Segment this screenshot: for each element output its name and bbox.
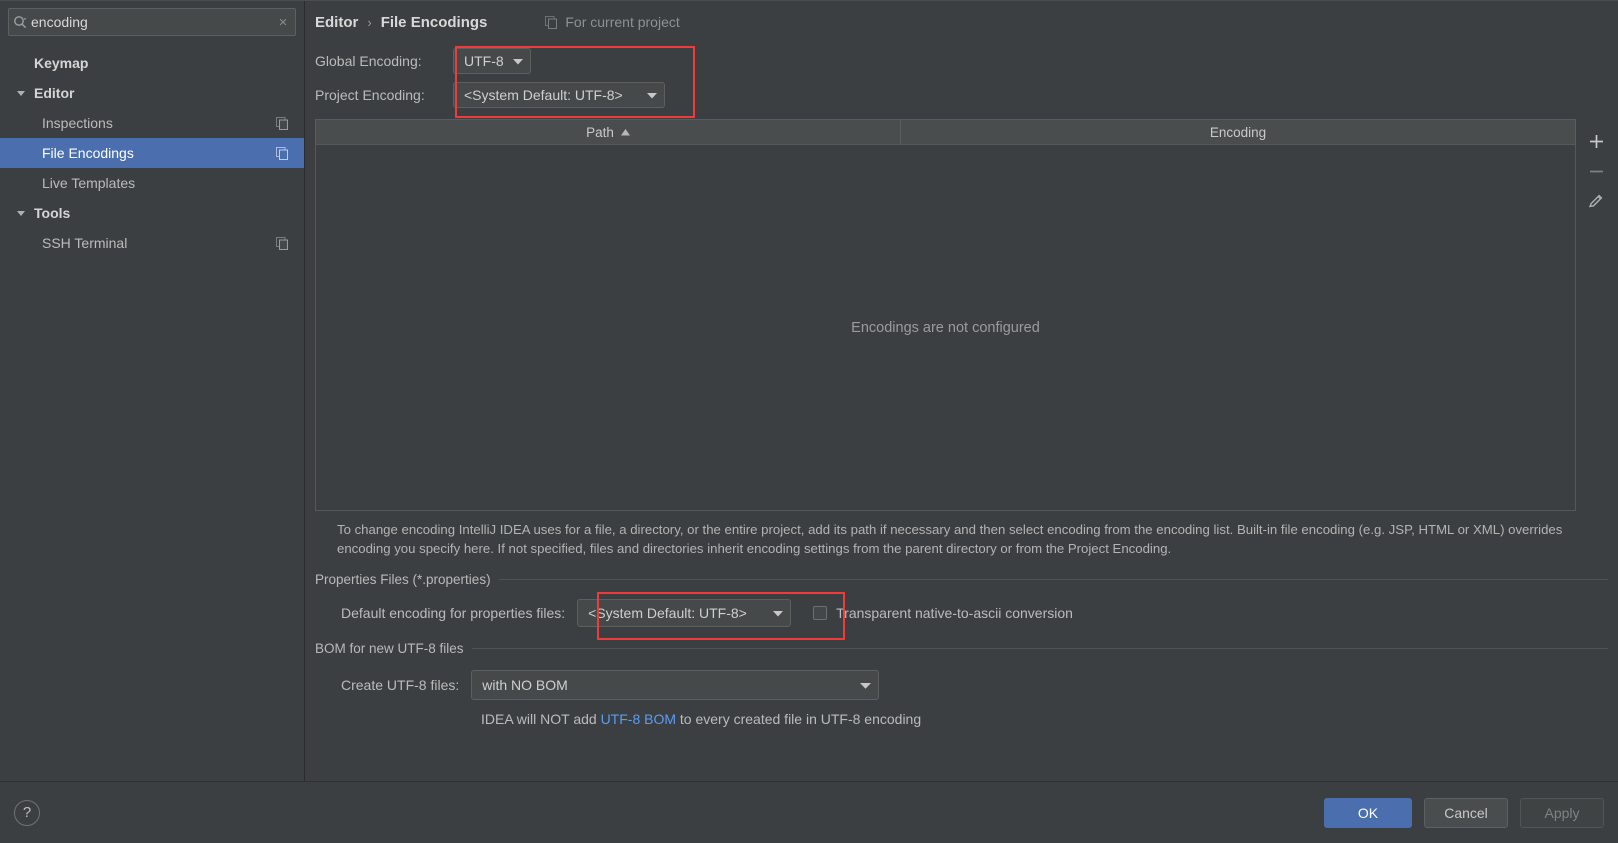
section-divider: [498, 579, 1608, 581]
chevron-down-icon: [860, 682, 872, 689]
chevron-down-icon[interactable]: [8, 88, 34, 98]
checkbox-box-icon: [813, 606, 828, 621]
search-icon: [9, 15, 31, 29]
add-icon[interactable]: [1583, 126, 1609, 156]
bom-section: BOM for new UTF-8 files Create UTF-8 fil…: [315, 641, 1608, 727]
project-scope-icon: [274, 116, 290, 130]
project-scope-icon: [274, 146, 290, 160]
sidebar-item-label: Inspections: [42, 115, 113, 131]
default-properties-encoding-label: Default encoding for properties files:: [341, 605, 566, 622]
column-header-encoding-label: Encoding: [1209, 124, 1267, 140]
dialog-body: encoding × Keymap Editor Inspections Fil…: [0, 0, 1618, 781]
chevron-down-icon: [773, 610, 784, 617]
sidebar-item-label: Live Templates: [42, 175, 136, 191]
sidebar-item-label: Editor: [34, 85, 75, 101]
bom-note-before: IDEA will NOT add: [481, 711, 601, 728]
edit-icon[interactable]: [1583, 186, 1609, 216]
table-body[interactable]: Encodings are not configured: [315, 145, 1576, 511]
create-utf8-files-row: Create UTF-8 files: with NO BOM: [315, 670, 1608, 701]
breadcrumb-separator-icon: ›: [367, 14, 372, 30]
project-scope-icon: [274, 236, 290, 250]
encodings-table: Path Encoding Encodings are not configur…: [315, 119, 1576, 511]
bom-section-title: BOM for new UTF-8 files: [315, 641, 464, 657]
help-button[interactable]: ?: [14, 799, 40, 826]
properties-files-section: Properties Files (*.properties) Default …: [315, 572, 1608, 628]
chevron-down-icon: [512, 58, 523, 65]
properties-section-title: Properties Files (*.properties): [315, 572, 491, 588]
apply-button[interactable]: Apply: [1520, 797, 1604, 828]
project-scope-icon: [543, 15, 559, 29]
dialog-footer: ? OK Cancel Apply: [0, 0, 1618, 843]
sidebar-item-label: Tools: [34, 205, 71, 221]
table-toolbar: [1582, 126, 1610, 216]
default-properties-encoding-dropdown[interactable]: <System Default: UTF-8>: [577, 599, 792, 628]
properties-section-header: Properties Files (*.properties): [315, 572, 1608, 587]
global-encoding-dropdown[interactable]: UTF-8: [453, 48, 531, 74]
project-encoding-row: Project Encoding: <System Default: UTF-8…: [305, 78, 1618, 112]
sidebar-item-editor[interactable]: Editor: [0, 78, 304, 108]
footer-divider: [0, 0, 1618, 1]
utf8-bom-link[interactable]: UTF-8 BOM: [601, 711, 676, 727]
project-encoding-dropdown[interactable]: <System Default: UTF-8>: [453, 82, 665, 108]
sidebar-item-label: SSH Terminal: [42, 235, 128, 251]
settings-dialog: encoding × Keymap Editor Inspections Fil…: [0, 0, 1618, 843]
column-header-path-label: Path: [586, 124, 614, 140]
settings-main-panel: Editor › File Encodings For current proj…: [305, 0, 1618, 781]
sidebar-item-file-encodings[interactable]: File Encodings: [0, 138, 304, 168]
column-header-encoding[interactable]: Encoding: [901, 120, 1575, 144]
transparent-native-to-ascii-label: Transparent native-to-ascii conversion: [836, 605, 1073, 622]
create-utf8-files-dropdown[interactable]: with NO BOM: [471, 670, 880, 701]
remove-icon[interactable]: [1583, 156, 1609, 186]
settings-tree: Keymap Editor Inspections File Encodings…: [0, 42, 304, 258]
column-header-path[interactable]: Path: [316, 120, 901, 144]
sidebar-item-live-templates[interactable]: Live Templates: [0, 168, 304, 198]
sidebar-item-label: File Encodings: [42, 145, 134, 161]
sort-ascending-icon: [620, 128, 630, 136]
table-header-row: Path Encoding: [315, 119, 1576, 145]
global-encoding-row: Global Encoding: UTF-8: [305, 44, 1618, 78]
breadcrumb: Editor › File Encodings For current proj…: [305, 0, 1618, 44]
global-encoding-value: UTF-8: [464, 53, 504, 69]
bom-note: IDEA will NOT add UTF-8 BOM to every cre…: [315, 711, 1608, 727]
chevron-down-icon[interactable]: [8, 208, 34, 218]
sidebar-item-label: Keymap: [34, 55, 89, 71]
global-encoding-label: Global Encoding:: [315, 53, 422, 69]
chevron-down-icon: [647, 92, 657, 99]
for-current-project-text: For current project: [565, 14, 680, 30]
create-utf8-files-value: with NO BOM: [482, 677, 568, 694]
create-utf8-files-label: Create UTF-8 files:: [341, 677, 460, 694]
sidebar-item-ssh-terminal[interactable]: SSH Terminal: [0, 228, 304, 258]
settings-sidebar: encoding × Keymap Editor Inspections Fil…: [0, 0, 305, 781]
project-encoding-label: Project Encoding:: [315, 87, 425, 103]
section-divider: [471, 648, 1608, 650]
bom-section-header: BOM for new UTF-8 files: [315, 641, 1608, 656]
search-input[interactable]: encoding: [31, 15, 271, 30]
sidebar-item-keymap[interactable]: Keymap: [0, 48, 304, 78]
default-properties-encoding-row: Default encoding for properties files: <…: [315, 599, 1608, 628]
encodings-description: To change encoding IntelliJ IDEA uses fo…: [337, 522, 1563, 556]
transparent-native-to-ascii-checkbox[interactable]: Transparent native-to-ascii conversion: [813, 605, 1073, 621]
ok-button[interactable]: OK: [1324, 797, 1412, 828]
sidebar-item-tools[interactable]: Tools: [0, 198, 304, 228]
for-current-project-label: For current project: [543, 14, 680, 30]
sidebar-item-inspections[interactable]: Inspections: [0, 108, 304, 138]
page-title: File Encodings: [380, 13, 488, 31]
cancel-button[interactable]: Cancel: [1424, 797, 1508, 828]
search-box[interactable]: encoding ×: [8, 8, 296, 36]
project-encoding-value: <System Default: UTF-8>: [464, 87, 623, 103]
bom-note-after: to every created file in UTF-8 encoding: [676, 711, 922, 728]
table-empty-message: Encodings are not configured: [851, 319, 1040, 336]
clear-search-icon[interactable]: ×: [271, 15, 295, 30]
default-properties-encoding-value: <System Default: UTF-8>: [588, 605, 747, 622]
search-area: encoding ×: [0, 0, 304, 42]
breadcrumb-parent[interactable]: Editor: [315, 14, 358, 31]
